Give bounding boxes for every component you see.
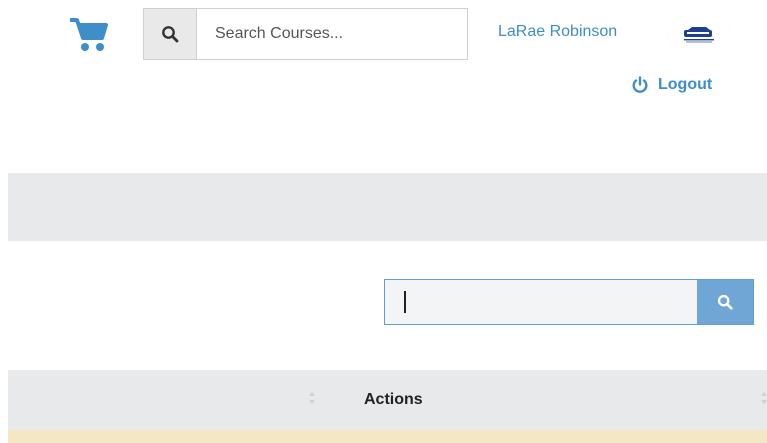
page: LaRae Robinson Logout xyxy=(0,0,767,443)
table-search-input[interactable] xyxy=(385,280,697,324)
table-row[interactable] xyxy=(8,430,767,443)
search-icon xyxy=(717,294,733,310)
user-name[interactable]: LaRae Robinson xyxy=(498,23,617,41)
logout-link[interactable]: Logout xyxy=(631,76,712,94)
power-icon xyxy=(632,76,648,93)
course-search-input[interactable] xyxy=(197,9,467,59)
table-header: Actions xyxy=(8,370,767,430)
organization-logo-icon xyxy=(684,27,714,43)
logout-label: Logout xyxy=(658,76,713,93)
table-search-button[interactable] xyxy=(697,280,753,324)
search-icon xyxy=(162,26,179,43)
column-header-actions[interactable]: Actions xyxy=(364,391,423,409)
sort-icon[interactable] xyxy=(308,391,316,410)
course-search-button[interactable] xyxy=(144,9,197,59)
avatar[interactable] xyxy=(668,11,730,59)
sort-icon[interactable] xyxy=(760,391,767,410)
text-cursor xyxy=(404,291,406,313)
table-search xyxy=(384,279,754,325)
page-band xyxy=(8,173,767,241)
course-search xyxy=(143,8,468,60)
shopping-cart-icon[interactable] xyxy=(66,14,110,54)
